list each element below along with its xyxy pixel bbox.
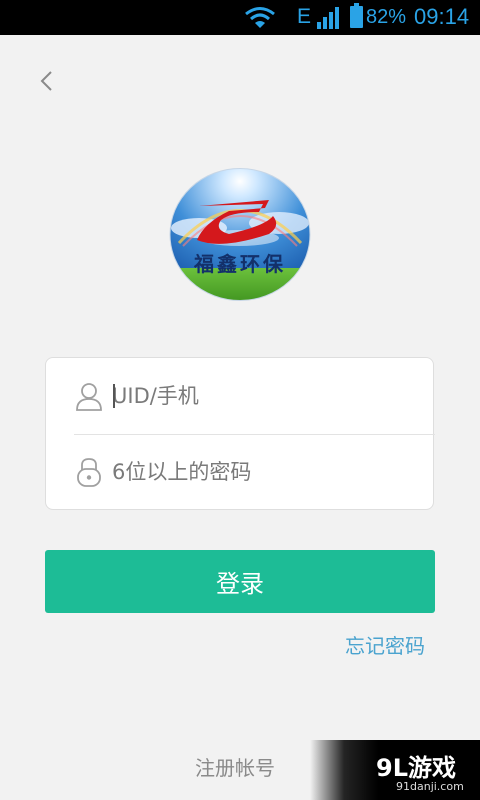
wifi-icon: [245, 7, 275, 28]
register-link[interactable]: 注册帐号: [195, 752, 275, 781]
app-logo: 福鑫环保: [169, 168, 311, 301]
logo-text: 福鑫环保: [194, 252, 286, 276]
watermark-site: 91danji.com: [396, 780, 464, 793]
forgot-password-link[interactable]: 忘记密码: [345, 630, 425, 659]
network-type: E: [297, 5, 312, 28]
login-button[interactable]: 登录: [45, 550, 435, 613]
watermark: 9L游戏 91danji.com: [310, 740, 480, 800]
uid-field: [46, 358, 433, 434]
signal-icon: [317, 7, 339, 29]
text-cursor: [113, 384, 115, 408]
lock-icon: [77, 458, 101, 487]
login-form: [45, 357, 435, 510]
chevron-left-icon: [40, 71, 52, 91]
password-field: [46, 434, 433, 510]
back-button[interactable]: [34, 64, 64, 98]
status-bar: E 82% 09:14: [0, 0, 480, 35]
watermark-brand: 9L游戏: [376, 754, 456, 782]
clock: 09:14: [414, 4, 470, 29]
battery-percent: 82%: [366, 6, 407, 28]
user-icon: [76, 383, 102, 411]
password-input[interactable]: [112, 452, 412, 492]
battery-icon: [350, 3, 363, 28]
uid-input[interactable]: [112, 376, 412, 416]
